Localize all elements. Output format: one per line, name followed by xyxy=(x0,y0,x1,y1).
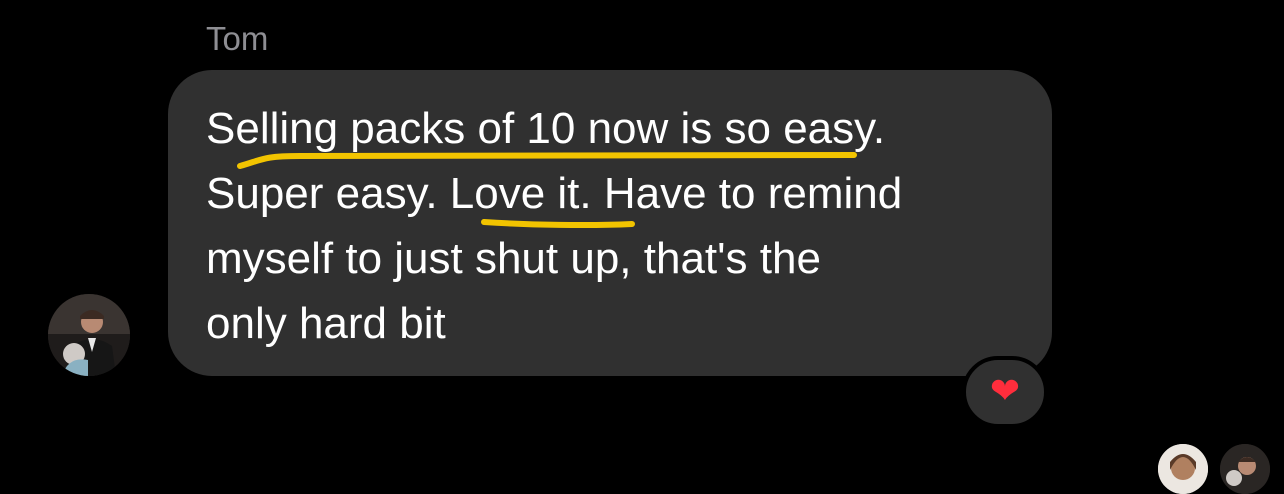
reaction-badge[interactable]: ❤ xyxy=(962,356,1048,428)
reader-avatar-icon xyxy=(1158,444,1208,494)
sender-avatar[interactable] xyxy=(48,294,130,376)
message-text: Selling packs of 10 now is so easy. Supe… xyxy=(206,96,1026,356)
avatar-photo-icon xyxy=(48,294,130,376)
message-line: only hard bit xyxy=(206,299,446,348)
reader-avatar-icon xyxy=(1220,444,1270,494)
message-line: myself to just shut up, that's the xyxy=(206,234,821,283)
read-receipt-avatar xyxy=(1158,444,1208,494)
message-line: Super easy. Love it. Have to remind xyxy=(206,169,903,218)
message-line: Selling packs of 10 now is so easy. xyxy=(206,104,886,153)
read-receipt-avatar xyxy=(1220,444,1270,494)
red-heart-icon: ❤ xyxy=(989,371,1021,412)
sender-name: Tom xyxy=(206,20,269,57)
